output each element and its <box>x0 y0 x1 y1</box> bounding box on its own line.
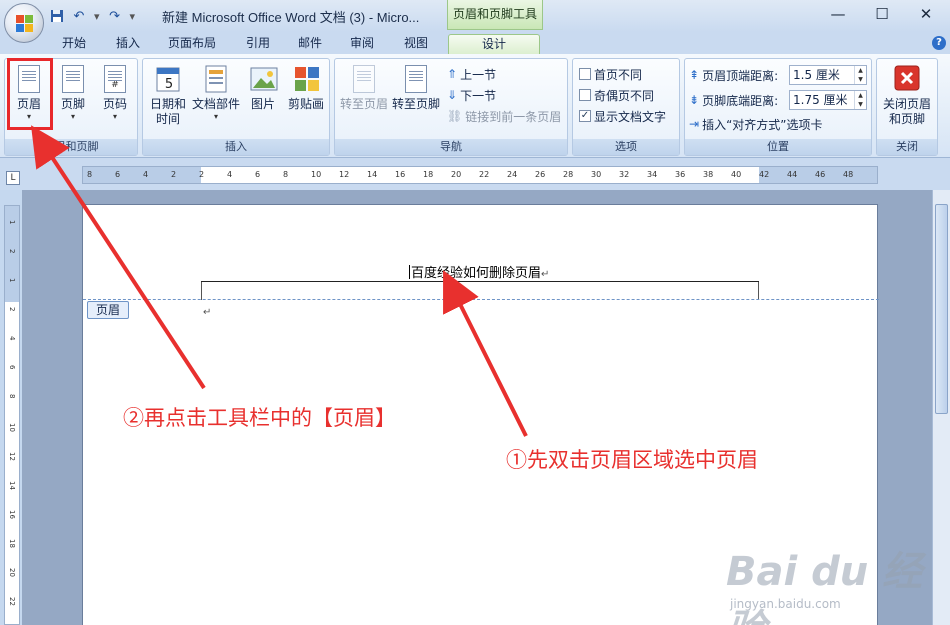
office-logo-icon <box>16 15 34 33</box>
watermark-url: jingyan.baidu.com <box>730 597 841 611</box>
arrow-to-header-text <box>443 270 528 437</box>
baidu-watermark: Bai du 经验 jingyan.baidu.com <box>726 535 946 625</box>
office-button[interactable] <box>4 3 44 43</box>
arrow-to-header-button <box>31 125 206 390</box>
annotation-arrows <box>31 125 528 437</box>
baidu-logo: Bai du 经验 <box>726 549 923 625</box>
